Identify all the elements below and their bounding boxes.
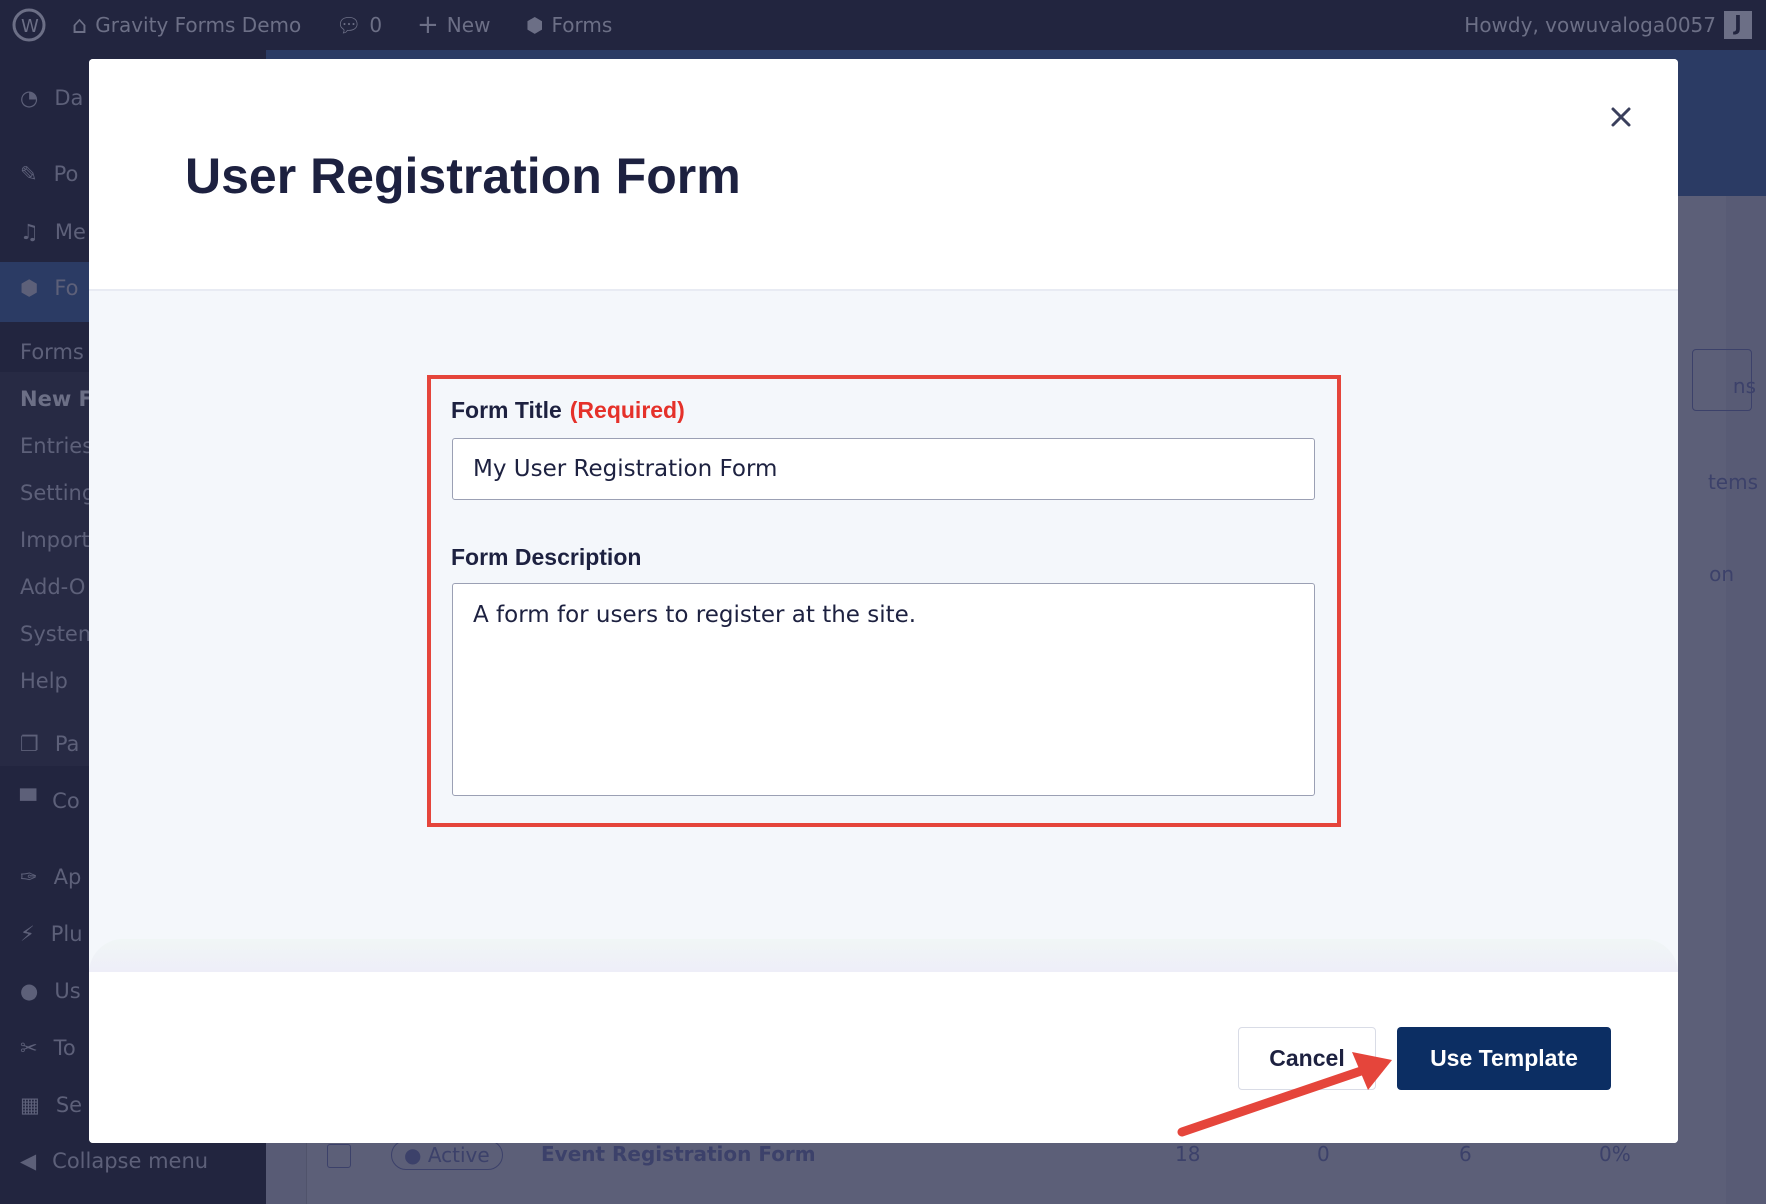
annotation-arrow: [1177, 1052, 1392, 1137]
